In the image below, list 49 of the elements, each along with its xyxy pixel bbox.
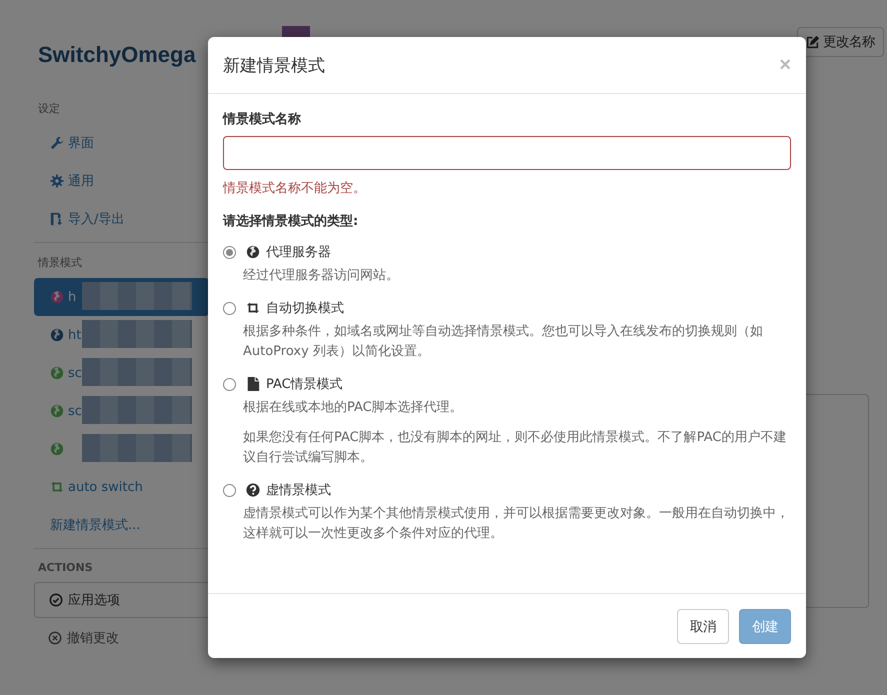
edit-icon bbox=[806, 36, 819, 48]
option-description: 如果您没有任何PAC脚本，也没有脚本的网址，则不必使用此情景模式。不了解PAC的用户不建议自行尝试编写脚本。 bbox=[243, 429, 788, 467]
option-label: PAC情景模式 bbox=[266, 376, 343, 393]
x-circle-icon bbox=[48, 631, 62, 645]
radio-button[interactable] bbox=[223, 484, 236, 496]
sidebar-item[interactable]: h bbox=[34, 278, 209, 316]
globe-icon bbox=[50, 404, 64, 418]
error-message: 情景模式名称不能为空。 bbox=[223, 180, 367, 197]
file-icon bbox=[246, 377, 260, 391]
sidebar-item[interactable]: 导入/导出 bbox=[34, 200, 209, 238]
name-input-field[interactable] bbox=[223, 136, 791, 170]
option-description: 根据多种条件，如域名或网址等自动选择情景模式。您也可以导入在线发布的切换规则（如 AutoProxy 列表）以简化设置。 bbox=[243, 323, 764, 361]
discard-link[interactable]: 撤销更改 bbox=[34, 620, 209, 656]
globe-icon bbox=[246, 245, 260, 259]
app-title: SwitchyOmega bbox=[38, 42, 197, 68]
section-heading: 设定 bbox=[38, 101, 61, 116]
section-heading: 请选择情景模式的类型: bbox=[223, 213, 360, 230]
option-label: 代理服务器 bbox=[266, 244, 331, 261]
sidebar-item[interactable]: ht bbox=[34, 316, 209, 354]
disk-arrow-icon bbox=[50, 212, 64, 226]
dialog-title: 新建情景模式 bbox=[223, 54, 325, 76]
option-label: 虚情景模式 bbox=[266, 482, 331, 499]
cancel-button[interactable]: 取消 bbox=[677, 609, 729, 644]
radio-button[interactable] bbox=[223, 246, 236, 258]
question-icon bbox=[246, 483, 260, 497]
section-heading: ACTIONS bbox=[38, 561, 94, 574]
rename-button[interactable]: 更改名称 bbox=[797, 27, 884, 57]
close-button[interactable]: × bbox=[779, 54, 791, 76]
globe-icon bbox=[50, 328, 64, 342]
wrench-icon bbox=[50, 136, 64, 150]
sidebar-item[interactable]: auto switch bbox=[34, 468, 209, 506]
sidebar-item[interactable]: 界面 bbox=[34, 124, 209, 162]
check-circle-icon bbox=[49, 593, 63, 607]
option-description: 根据在线或本地的PAC脚本选择代理。 bbox=[243, 399, 464, 417]
globe-icon bbox=[50, 290, 64, 304]
sidebar-item[interactable]: sc bbox=[34, 354, 209, 392]
globe-icon bbox=[50, 366, 64, 380]
field-label: 情景模式名称 bbox=[223, 111, 302, 128]
radio-button[interactable] bbox=[223, 302, 236, 314]
globe-icon bbox=[50, 442, 64, 456]
option-description: 虚情景模式可以作为某个其他情景模式使用，并可以根据需要更改对象。一般用在自动切换中，这样就可以一次性更改多个条件对应的代理。 bbox=[243, 505, 790, 543]
add-profile-link[interactable]: 新建情景模式... bbox=[34, 506, 209, 544]
option-label: 自动切换模式 bbox=[266, 300, 344, 317]
sidebar-item[interactable]: sc bbox=[34, 392, 209, 430]
sidebar-item[interactable]: 通用 bbox=[34, 162, 209, 200]
radio-button[interactable] bbox=[223, 378, 236, 390]
gear-icon bbox=[50, 174, 64, 188]
option-description: 经过代理服务器访问网站。 bbox=[243, 267, 400, 285]
section-heading: 情景模式 bbox=[38, 255, 83, 270]
